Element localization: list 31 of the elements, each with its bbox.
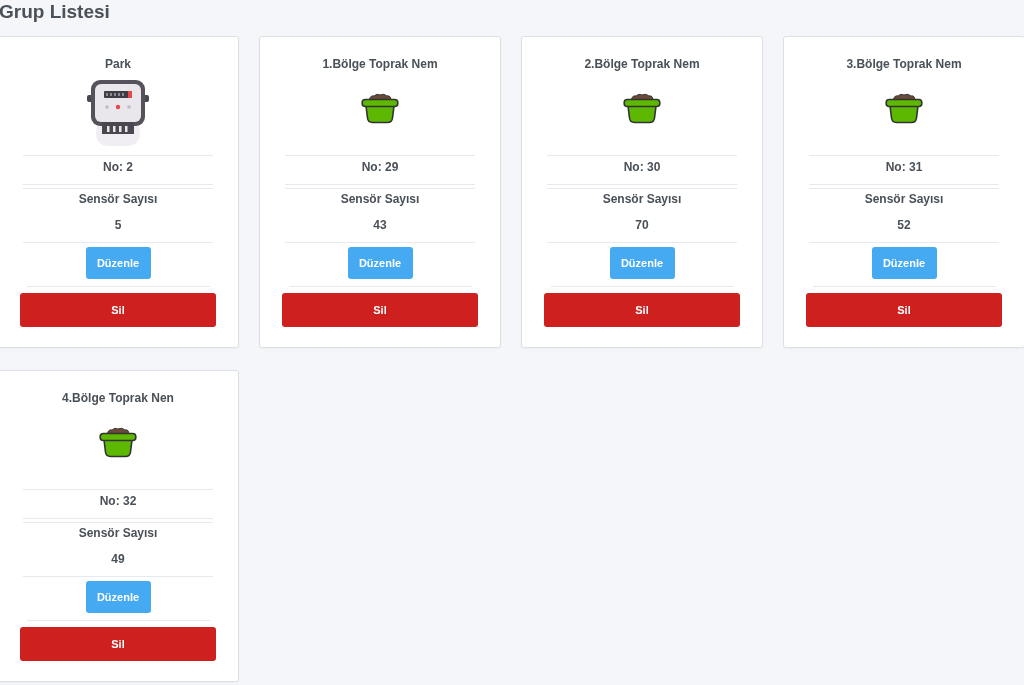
group-name: 2.Bölge Toprak Nem [584, 56, 700, 72]
group-number: No: 30 [623, 159, 661, 175]
group-name: Park [105, 56, 131, 72]
delete-button[interactable]: Sil [20, 627, 216, 661]
group-name: 3.Bölge Toprak Nem [846, 56, 962, 72]
sensor-count: 43 [373, 217, 387, 233]
group-number: No: 32 [99, 493, 137, 509]
sensor-count-label: Sensör Sayısı [78, 191, 158, 207]
soil-pot-icon [99, 426, 137, 458]
sensor-count: 49 [111, 551, 125, 567]
group-number: No: 31 [885, 159, 923, 175]
group-name: 1.Bölge Toprak Nem [322, 56, 438, 72]
soil-pot-icon [361, 92, 399, 124]
delete-button[interactable]: Sil [544, 293, 740, 327]
delete-button[interactable]: Sil [20, 293, 216, 327]
sensor-count-label: Sensör Sayısı [864, 191, 944, 207]
sensor-count-label: Sensör Sayısı [602, 191, 682, 207]
sensor-count: 52 [897, 217, 911, 233]
sensor-count: 70 [635, 217, 649, 233]
group-number: No: 2 [103, 159, 133, 175]
delete-button[interactable]: Sil [806, 293, 1002, 327]
sensor-count-label: Sensör Sayısı [340, 191, 420, 207]
sensor-count-label: Sensör Sayısı [78, 525, 158, 541]
soil-pot-icon [885, 92, 923, 124]
delete-button[interactable]: Sil [282, 293, 478, 327]
page-title: Grup Listesi [0, 0, 110, 24]
soil-pot-icon [623, 92, 661, 124]
sensor-count: 5 [114, 217, 122, 233]
group-name: 4.Bölge Toprak Nen [62, 390, 174, 406]
electric-meter-icon [86, 78, 150, 146]
group-number: No: 29 [361, 159, 399, 175]
